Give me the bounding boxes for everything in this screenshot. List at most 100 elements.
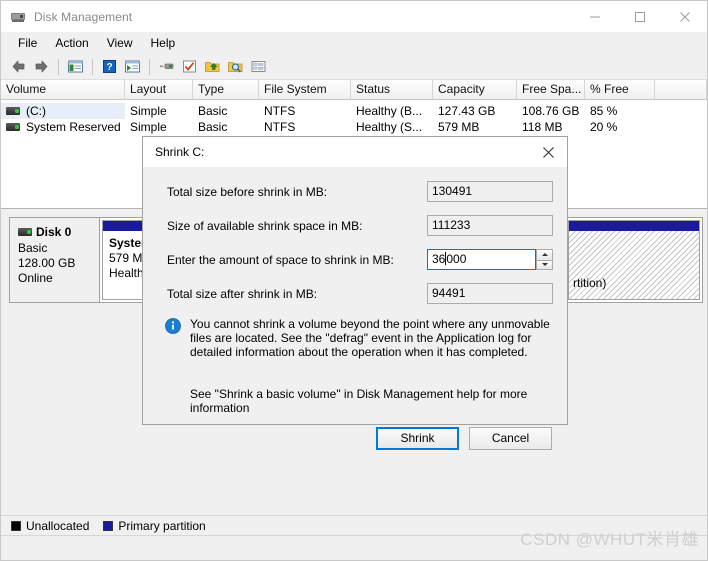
disk-drive-icon bbox=[18, 227, 32, 237]
export-list-icon[interactable] bbox=[201, 56, 223, 77]
disk-name: Disk 0 bbox=[36, 225, 72, 239]
label-total-size-before-shrink: Total size before shrink in MB: bbox=[167, 184, 328, 199]
close-icon[interactable] bbox=[529, 137, 567, 167]
volume-cell-layout: Simple bbox=[130, 120, 167, 134]
forward-arrow-icon[interactable] bbox=[30, 56, 52, 77]
svg-text:?: ? bbox=[106, 62, 112, 73]
menu-item-view[interactable]: View bbox=[98, 33, 142, 53]
legend-label-unallocated: Unallocated bbox=[26, 518, 90, 533]
disk-management-window: Disk Management File Action View Help ? … bbox=[0, 0, 708, 561]
partition-body: rtition) bbox=[569, 231, 699, 299]
label-total-size-after-shrink: Total size after shrink in MB: bbox=[167, 286, 318, 301]
dialog-title-bar: Shrink C: bbox=[143, 137, 567, 167]
shrink-amount-value-before-caret: 36 bbox=[432, 252, 446, 266]
stepper-up-icon[interactable] bbox=[536, 249, 553, 260]
find-icon[interactable] bbox=[224, 56, 246, 77]
disk-title: Disk 0 bbox=[18, 225, 99, 239]
window-controls bbox=[572, 1, 707, 32]
label-shrink-amount: Enter the amount of space to shrink in M… bbox=[167, 252, 394, 267]
volume-cell-type: Basic bbox=[198, 120, 228, 134]
menu-bar: File Action View Help bbox=[1, 32, 707, 54]
help-question-icon[interactable]: ? bbox=[98, 56, 120, 77]
information-icon bbox=[165, 318, 181, 334]
info-message-block: You cannot shrink a volume beyond the po… bbox=[157, 317, 553, 359]
legend-bar: Unallocated Primary partition bbox=[1, 515, 707, 535]
dialog-body: Total size before shrink in MB: 130491 S… bbox=[143, 167, 567, 415]
dialog-footer: Shrink Cancel bbox=[143, 415, 567, 461]
dialog-title: Shrink C: bbox=[155, 145, 205, 159]
volume-cell-layout: Simple bbox=[130, 104, 167, 118]
volume-cell-file-system: NTFS bbox=[264, 104, 296, 118]
window-title: Disk Management bbox=[34, 9, 133, 24]
volume-cell-name: (C:) bbox=[1, 103, 125, 119]
field-row-total-after: Total size after shrink in MB: 94491 bbox=[157, 283, 553, 304]
maximize-icon[interactable] bbox=[617, 1, 662, 32]
total-size-after-shrink-field: 94491 bbox=[427, 283, 553, 304]
minimize-icon[interactable] bbox=[572, 1, 617, 32]
volume-cell-free-space: 108.76 GB bbox=[522, 104, 580, 118]
disk-status: Online bbox=[18, 271, 53, 285]
rescan-disks-icon[interactable] bbox=[178, 56, 200, 77]
volume-cell-capacity: 579 MB bbox=[438, 120, 480, 134]
toolbar-separator bbox=[92, 58, 93, 75]
disk-info-block[interactable]: Disk 0 Basic 128.00 GB Online bbox=[9, 217, 99, 303]
help-reference-text: See "Shrink a basic volume" in Disk Mana… bbox=[190, 387, 528, 415]
volume-cell-free-space: 118 MB bbox=[522, 120, 563, 134]
volume-drive-icon bbox=[6, 122, 20, 132]
volume-cell-file-system: NTFS bbox=[264, 120, 296, 134]
column-header-type[interactable]: Type bbox=[193, 80, 259, 99]
properties-icon[interactable] bbox=[155, 56, 177, 77]
legend-swatch-unallocated bbox=[11, 520, 21, 531]
column-header-free-space[interactable]: Free Spa... bbox=[517, 80, 585, 99]
table-row[interactable]: System Reserved Simple Basic NTFS Health… bbox=[1, 119, 707, 135]
column-header-capacity[interactable]: Capacity bbox=[433, 80, 517, 99]
volume-drive-icon bbox=[6, 106, 20, 116]
menu-item-help[interactable]: Help bbox=[142, 33, 185, 53]
volume-cell-status: Healthy (B... bbox=[356, 104, 423, 118]
stepper-down-icon[interactable] bbox=[536, 259, 553, 270]
show-hide-action-pane-icon[interactable] bbox=[121, 56, 143, 77]
table-row[interactable]: (C:) Simple Basic NTFS Healthy (B... 127… bbox=[1, 103, 707, 119]
volume-list-header: Volume Layout Type File System Status Ca… bbox=[1, 80, 707, 100]
label-available-shrink-space: Size of available shrink space in MB: bbox=[167, 218, 363, 233]
toolbar-separator bbox=[149, 58, 150, 75]
title-bar: Disk Management bbox=[1, 1, 707, 32]
back-arrow-icon[interactable] bbox=[7, 56, 29, 77]
legend-label-primary: Primary partition bbox=[118, 518, 206, 533]
shrink-amount-value-after-caret: 000 bbox=[446, 252, 467, 266]
column-header-spacer[interactable] bbox=[655, 80, 707, 99]
total-size-before-shrink-field: 130491 bbox=[427, 181, 553, 202]
column-header-status[interactable]: Status bbox=[351, 80, 433, 99]
column-header-volume[interactable]: Volume bbox=[1, 80, 125, 99]
volume-label: System Reserved bbox=[26, 120, 121, 134]
field-row-shrink-amount: Enter the amount of space to shrink in M… bbox=[157, 249, 553, 270]
menu-item-action[interactable]: Action bbox=[46, 33, 97, 53]
details-view-icon[interactable] bbox=[247, 56, 269, 77]
field-row-total-before: Total size before shrink in MB: 130491 bbox=[157, 181, 553, 202]
shrink-amount-input[interactable]: 36000 bbox=[427, 249, 536, 270]
volume-cell-type: Basic bbox=[198, 104, 228, 118]
partition-unallocated[interactable]: rtition) bbox=[568, 220, 700, 300]
toolbar-separator bbox=[58, 58, 59, 75]
column-header-file-system[interactable]: File System bbox=[259, 80, 351, 99]
shrink-amount-stepper[interactable] bbox=[536, 249, 553, 270]
toolbar: ? bbox=[1, 54, 707, 80]
menu-item-file[interactable]: File bbox=[9, 33, 46, 53]
column-header-percent-free[interactable]: % Free bbox=[585, 80, 655, 99]
legend-item-unallocated: Unallocated bbox=[11, 519, 89, 533]
close-icon[interactable] bbox=[662, 1, 707, 32]
disk-size: 128.00 GB bbox=[18, 256, 76, 270]
volume-cell-name: System Reserved bbox=[1, 119, 125, 135]
volume-cell-percent-free: 20 % bbox=[590, 120, 618, 134]
show-hide-console-tree-icon[interactable] bbox=[64, 56, 86, 77]
info-message-text: You cannot shrink a volume beyond the po… bbox=[190, 317, 550, 359]
column-header-layout[interactable]: Layout bbox=[125, 80, 193, 99]
disk-drive-icon bbox=[10, 9, 26, 25]
partition-color-bar bbox=[569, 221, 699, 231]
legend-item-primary-partition: Primary partition bbox=[103, 518, 206, 533]
partition-name: rtition) bbox=[573, 276, 607, 290]
shrink-button[interactable]: Shrink bbox=[376, 426, 459, 450]
available-shrink-space-field: 111233 bbox=[427, 215, 553, 236]
disk-type: Basic bbox=[18, 241, 48, 255]
cancel-button[interactable]: Cancel bbox=[469, 426, 552, 450]
